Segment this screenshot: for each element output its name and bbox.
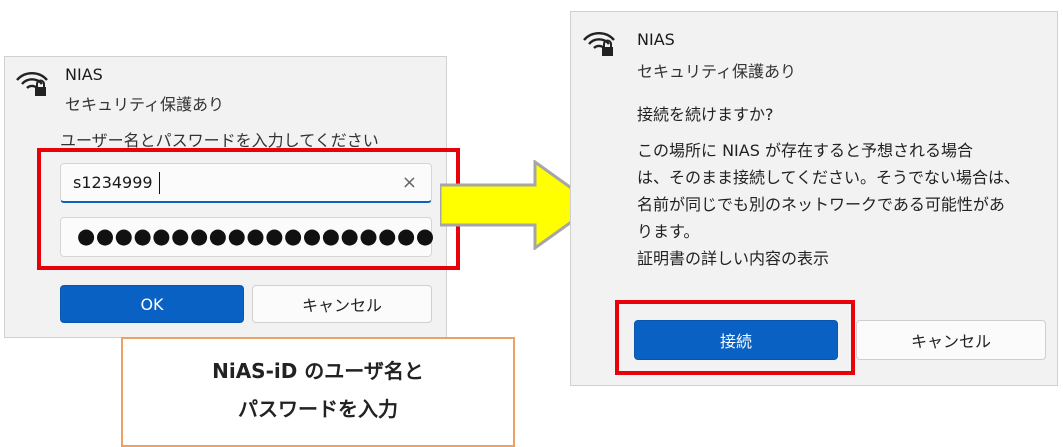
ok-button[interactable]: OK	[60, 285, 244, 323]
cancel-button[interactable]: キャンセル	[856, 320, 1046, 360]
instruction-callout: NiAS-iD のユーザ名と パスワードを入力	[121, 337, 515, 447]
wifi-secure-icon	[583, 32, 615, 56]
connect-highlight	[615, 300, 855, 375]
callout-line-2: パスワードを入力	[238, 397, 398, 421]
security-status: セキュリティ保護あり	[65, 95, 225, 114]
message-line: 名前が同じでも別のネットワークである可能性があ	[637, 195, 1005, 214]
message-line: ります。	[637, 222, 700, 241]
message-line: この場所に NIAS が存在すると予想される場合	[637, 141, 973, 160]
callout-line-1: NiAS-iD のユーザ名と	[212, 359, 424, 383]
network-name: NIAS	[65, 65, 103, 84]
wifi-secure-icon	[16, 72, 48, 96]
message-line: は、そのまま接続してください。そうでない場合は、	[637, 168, 1021, 187]
credentials-highlight	[37, 148, 460, 270]
certificate-details-link[interactable]: 証明書の詳しい内容の表示	[637, 245, 829, 269]
cancel-button[interactable]: キャンセル	[252, 285, 432, 323]
network-name: NIAS	[637, 30, 675, 49]
confirm-question: 接続を続けますか?	[637, 105, 774, 124]
security-status: セキュリティ保護あり	[637, 62, 797, 81]
